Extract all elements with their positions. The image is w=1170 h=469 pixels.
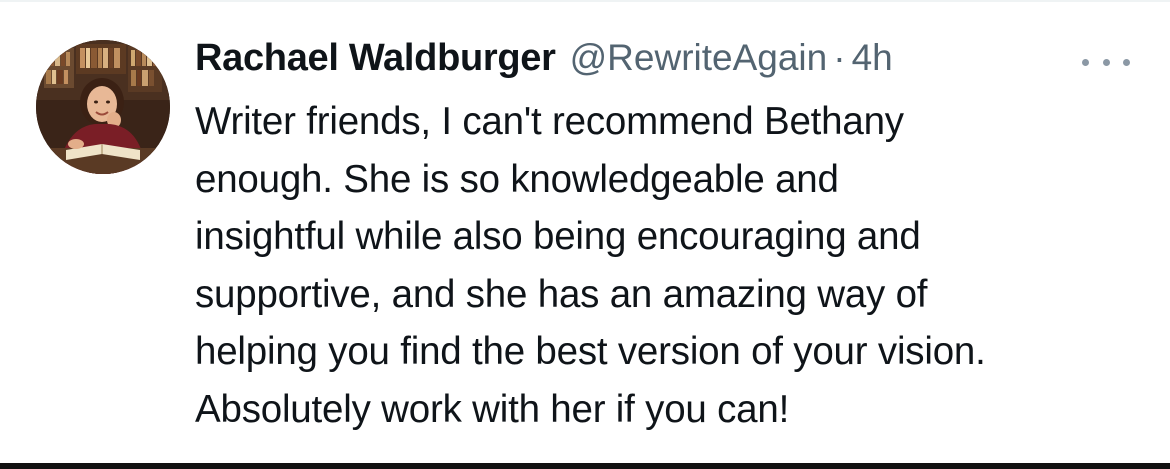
more-dot: [1082, 58, 1089, 66]
bottom-divider: [0, 463, 1170, 469]
separator-dot: ·: [833, 37, 846, 78]
more-dot: [1102, 58, 1110, 66]
avatar[interactable]: [36, 40, 170, 174]
more-dot: [1123, 58, 1130, 66]
avatar-image: [36, 40, 170, 174]
display-name[interactable]: Rachael Waldburger: [195, 37, 556, 80]
user-handle[interactable]: @RewriteAgain: [570, 37, 828, 79]
tweet[interactable]: Rachael Waldburger @RewriteAgain · 4h Wr…: [0, 0, 1170, 463]
more-horizontal-icon[interactable]: [1082, 50, 1130, 74]
tweet-header: Rachael Waldburger @RewriteAgain · 4h: [195, 37, 893, 89]
timestamp[interactable]: 4h: [852, 37, 893, 79]
tweet-text: Writer friends, I can't recommend Bethan…: [195, 100, 986, 431]
